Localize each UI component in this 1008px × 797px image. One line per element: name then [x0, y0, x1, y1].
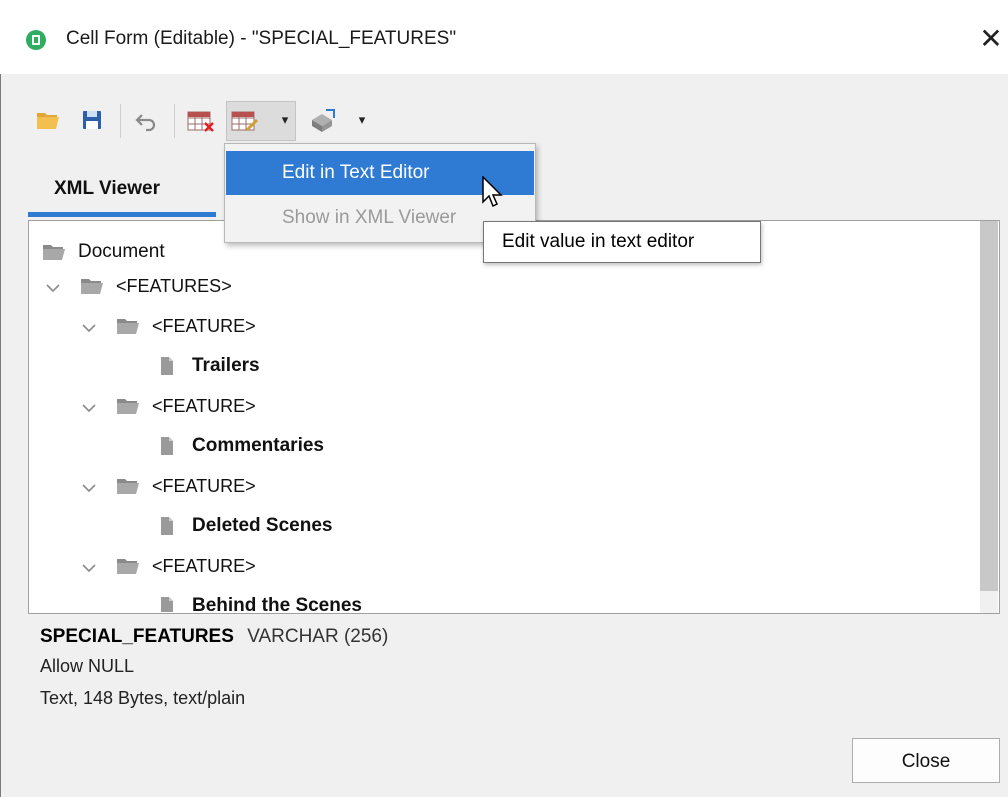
- external-viewer-dropdown-arrow[interactable]: ▾: [354, 106, 370, 134]
- edit-value-dropdown-arrow[interactable]: ▾: [277, 106, 293, 134]
- save-icon[interactable]: [80, 106, 104, 134]
- external-viewer-icon[interactable]: [308, 106, 335, 134]
- window-close-button[interactable]: ✕: [976, 22, 1006, 56]
- content-info: Text, 148 Bytes, text/plain: [40, 688, 246, 708]
- toolbar-separator: [174, 104, 175, 138]
- mouse-cursor-icon: [482, 175, 508, 217]
- app-icon: [26, 30, 46, 50]
- window-title: Cell Form (Editable) - "SPECIAL_FEATURES…: [66, 28, 457, 49]
- text-node-icon: [161, 597, 173, 612]
- tab-xml-viewer-label: XML Viewer: [54, 178, 160, 199]
- close-button[interactable]: Close: [852, 738, 1000, 783]
- toolbar-separator: [120, 104, 121, 138]
- tooltip: Edit value in text editor: [483, 221, 761, 263]
- open-folder-icon[interactable]: [36, 106, 60, 134]
- tree-clip: Behind the Scenes: [29, 221, 979, 612]
- active-tab-indicator: [28, 212, 216, 217]
- column-info: SPECIAL_FEATURES VARCHAR (256): [40, 626, 388, 648]
- edit-value-icon[interactable]: [230, 106, 259, 134]
- undo-icon[interactable]: [134, 106, 158, 134]
- column-name: SPECIAL_FEATURES: [40, 626, 234, 647]
- nullable-info: Allow NULL: [40, 656, 135, 676]
- tree-node[interactable]: Behind the Scenes: [160, 588, 362, 612]
- scrollbar-thumb[interactable]: [980, 221, 998, 591]
- tree-node-label: Behind the Scenes: [192, 595, 362, 612]
- column-type: VARCHAR (256): [247, 626, 389, 647]
- title-bar: Cell Form (Editable) - "SPECIAL_FEATURES…: [0, 0, 1008, 74]
- clear-value-icon[interactable]: [186, 106, 214, 134]
